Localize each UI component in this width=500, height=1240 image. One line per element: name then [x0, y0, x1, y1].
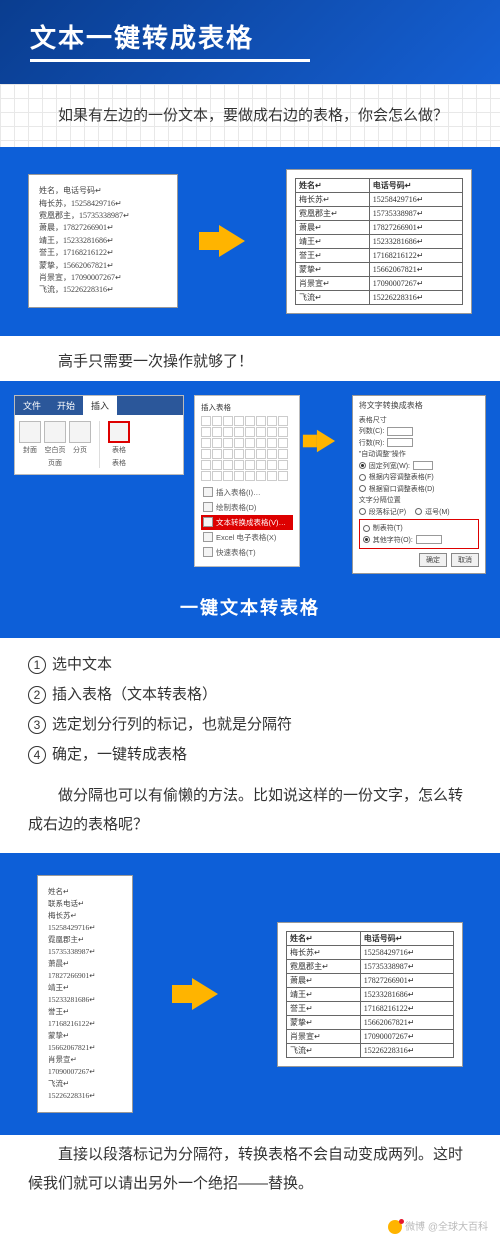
word-ribbon: 文件 开始 插入 封面 空白页 分页 页面: [14, 395, 184, 475]
menu-draw-table[interactable]: 绘制表格(D): [201, 500, 293, 515]
ribbon-group-page: 封面 空白页 分页 页面: [19, 421, 91, 468]
arrow-icon: [192, 978, 218, 1010]
table-button-icon[interactable]: [108, 421, 130, 443]
text-document-before-2: 姓名↵联系电话↵梅长苏↵15258429716↵霓凰郡主↵15735338987…: [37, 875, 133, 1113]
radio-comma[interactable]: [415, 508, 422, 515]
radio-content[interactable]: [359, 474, 366, 481]
cols-input[interactable]: [387, 427, 413, 436]
caption-1: 高手只需要一次操作就够了！: [0, 336, 500, 381]
menu-convert-text[interactable]: 文本转换成表格(V)…: [201, 515, 293, 530]
ok-button[interactable]: 确定: [419, 553, 447, 567]
step-1: 1选中文本: [28, 650, 472, 680]
weibo-icon: [388, 1220, 402, 1234]
cancel-button[interactable]: 取消: [451, 553, 479, 567]
text-document-before: 姓名，电话号码↵梅长苏，15258429716↵霓凰郡主，15735338987…: [28, 174, 178, 308]
radio-window[interactable]: [359, 485, 366, 492]
arrow-icon: [219, 225, 245, 257]
intro-text: 如果有左边的一份文本，要做成右边的表格，你会怎么做？: [28, 102, 472, 131]
step-2: 2插入表格（文本转表格）: [28, 680, 472, 710]
grid-picker-title: 插入表格: [201, 402, 293, 413]
paragraph-2: 做分隔也可以有偷懒的方法。比如说这样的一份文字，怎么转成右边的表格呢？: [0, 776, 500, 853]
table-result-after: 姓名↵电话号码↵梅长苏↵15258429716↵霓凰郡主↵15735338987…: [286, 169, 472, 314]
menu-quick-table[interactable]: 快速表格(T): [201, 545, 293, 560]
tab-home[interactable]: 开始: [49, 396, 83, 415]
table-result-after-2: 姓名↵电话号码↵梅长苏↵15258429716↵霓凰郡主↵15735338987…: [277, 922, 463, 1067]
weibo-watermark: 微博 @全球大百科: [0, 1212, 500, 1240]
paragraph-3: 直接以段落标记为分隔符，转换表格不会自动变成两列。这时候我们就可以请出另外一个绝…: [0, 1135, 500, 1212]
convert-dialog: 将文字转换成表格 表格尺寸 列数(C): 行数(R): "自动调整"操作 固定列…: [352, 395, 486, 575]
tab-insert[interactable]: 插入: [83, 396, 117, 415]
page-header: 文本一键转成表格: [0, 0, 500, 84]
table-grid-picker: 插入表格 插入表格(I)… 绘制表格(D) 文本转换成表格(V)… Excel …: [194, 395, 300, 567]
dialog-title: 将文字转换成表格: [359, 400, 479, 411]
radio-fixed[interactable]: [359, 462, 366, 469]
step-4: 4确定，一键转成表格: [28, 740, 472, 770]
page-break-icon[interactable]: [69, 421, 91, 443]
radio-tab[interactable]: [363, 525, 370, 532]
example-panel-2: 姓名↵联系电话↵梅长苏↵15258429716↵霓凰郡主↵15735338987…: [0, 853, 500, 1135]
ribbon-group-table: 表格 表格: [108, 421, 130, 468]
tab-file[interactable]: 文件: [15, 396, 49, 415]
word-caption: 一键文本转表格: [0, 582, 500, 638]
example-panel-1: 姓名，电话号码↵梅长苏，15258429716↵霓凰郡主，15735338987…: [0, 147, 500, 336]
menu-excel[interactable]: Excel 电子表格(X): [201, 530, 293, 545]
rows-input[interactable]: [387, 438, 413, 447]
page-title: 文本一键转成表格: [30, 18, 470, 55]
title-underline: [30, 59, 310, 62]
arrow-icon: [317, 429, 335, 451]
intro-section: 如果有左边的一份文本，要做成右边的表格，你会怎么做？: [0, 84, 500, 147]
separator-highlight: 制表符(T) 其他字符(O):: [359, 519, 479, 550]
other-char-input[interactable]: [416, 535, 442, 544]
radio-other[interactable]: [363, 536, 370, 543]
step-3: 3选定划分行列的标记，也就是分隔符: [28, 710, 472, 740]
menu-insert-table[interactable]: 插入表格(I)…: [201, 485, 293, 500]
steps-list: 1选中文本 2插入表格（文本转表格） 3选定划分行列的标记，也就是分隔符 4确定…: [0, 638, 500, 776]
blank-page-icon[interactable]: [44, 421, 66, 443]
cover-icon[interactable]: [19, 421, 41, 443]
word-screenshot-panel: 文件 开始 插入 封面 空白页 分页 页面: [0, 381, 500, 583]
radio-para[interactable]: [359, 508, 366, 515]
